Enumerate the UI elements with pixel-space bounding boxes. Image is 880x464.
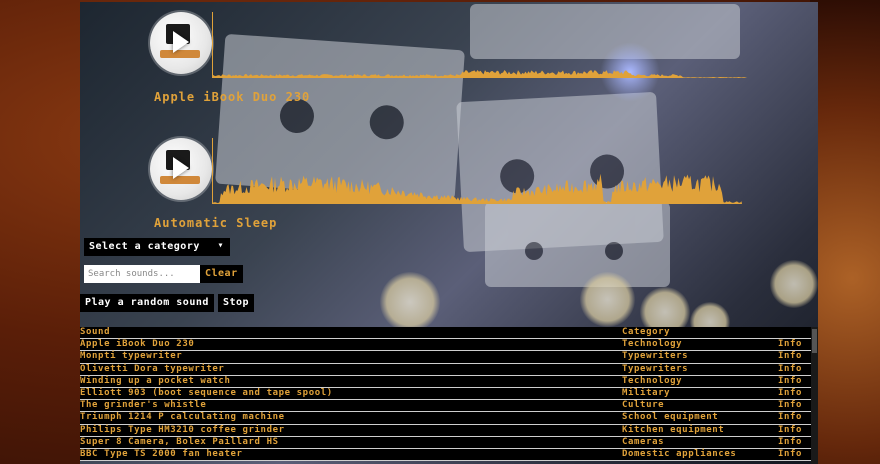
category-select[interactable]: Select a category ▾: [84, 238, 230, 256]
category-select-label: Select a category: [89, 241, 200, 252]
sound-name: Olivetti Dora typewriter: [80, 363, 225, 374]
sound-category: Kitchen equipment: [622, 424, 725, 435]
sound-name: Monpti typewriter: [80, 351, 183, 362]
sound-name: Triumph 1214 P calculating machine: [80, 412, 285, 423]
sound-thumbnail[interactable]: [150, 12, 212, 74]
sound-category: Typewriters: [622, 363, 689, 374]
sound-name: Winding up a pocket watch: [80, 375, 231, 386]
sound-category: Cameras: [622, 436, 665, 447]
table-row[interactable]: BBC Type TS 2000 fan heater Domestic appl…: [80, 448, 811, 462]
table-header: Sound Category: [80, 327, 811, 340]
clear-button[interactable]: Clear: [200, 265, 243, 283]
info-link[interactable]: Info: [778, 376, 802, 387]
sound-title: Automatic Sleep: [154, 216, 278, 230]
sound-name: BBC Type TS 2000 fan heater: [80, 448, 243, 459]
table-row[interactable]: Triumph 1214 P calculating machine School…: [80, 412, 811, 425]
table-row[interactable]: The grinder's whistle Culture Info: [80, 400, 811, 413]
table-scrollbar[interactable]: [811, 327, 818, 464]
info-link[interactable]: Info: [778, 437, 802, 448]
sound-table: Sound Category Apple iBook Duo 230 Techno…: [80, 327, 811, 462]
sound-category: School equipment: [622, 412, 719, 423]
waveform-shape: [212, 70, 747, 78]
bokeh-light: [380, 272, 440, 332]
waveform[interactable]: [212, 138, 752, 208]
sound-name: Philips Type HM3210 coffee grinder: [80, 424, 285, 435]
waveform[interactable]: [212, 12, 752, 82]
stop-button[interactable]: Stop: [218, 294, 255, 312]
info-link[interactable]: Info: [778, 449, 802, 460]
table-row[interactable]: Super 8 Camera, Bolex Paillard HS Cameras…: [80, 436, 811, 449]
info-link[interactable]: Info: [778, 339, 802, 350]
info-link[interactable]: Info: [778, 364, 802, 375]
playhead: [212, 138, 213, 204]
sound-category: Culture: [622, 400, 665, 411]
bokeh-light: [770, 260, 818, 308]
page-background: [810, 0, 880, 464]
sound-category: Military: [622, 387, 671, 398]
table-row[interactable]: Monpti typewriter Typewriters Info: [80, 351, 811, 364]
waveform-shape: [212, 173, 742, 204]
sound-title: Apple iBook Duo 230: [154, 90, 311, 104]
sound-name: Elliott 903 (boot sequence and tape spoo…: [80, 387, 333, 398]
info-link[interactable]: Info: [778, 400, 802, 411]
cassette-image: [485, 202, 670, 287]
table-row[interactable]: Elliott 903 (boot sequence and tape spoo…: [80, 387, 811, 401]
sound-category: Technology: [622, 339, 683, 350]
search-input[interactable]: [84, 265, 202, 283]
sound-category: Typewriters: [622, 351, 689, 362]
sound-category: Technology: [622, 375, 683, 386]
table-row[interactable]: Apple iBook Duo 230 Technology Info: [80, 339, 811, 352]
column-header-sound[interactable]: Sound: [80, 327, 110, 338]
play-icon[interactable]: [173, 157, 189, 179]
bokeh-light: [580, 272, 635, 327]
chevron-down-icon: ▾: [217, 240, 224, 251]
playhead: [212, 12, 213, 78]
random-sound-button[interactable]: Play a random sound: [80, 294, 214, 312]
sound-name: Super 8 Camera, Bolex Paillard HS: [80, 436, 279, 447]
sound-name: Apple iBook Duo 230: [80, 339, 195, 350]
info-link[interactable]: Info: [778, 412, 802, 423]
sound-thumbnail[interactable]: [150, 138, 212, 200]
info-link[interactable]: Info: [778, 425, 802, 436]
column-header-category[interactable]: Category: [622, 327, 670, 338]
table-row[interactable]: Olivetti Dora typewriter Typewriters Info: [80, 363, 811, 376]
sound-name: The grinder's whistle: [80, 400, 207, 411]
play-icon[interactable]: [173, 31, 189, 53]
table-row[interactable]: Philips Type HM3210 coffee grinder Kitche…: [80, 424, 811, 437]
sound-category: Domestic appliances: [622, 448, 737, 459]
table-row[interactable]: Winding up a pocket watch Technology Info: [80, 375, 811, 388]
info-link[interactable]: Info: [778, 351, 802, 362]
info-link[interactable]: Info: [778, 388, 802, 399]
